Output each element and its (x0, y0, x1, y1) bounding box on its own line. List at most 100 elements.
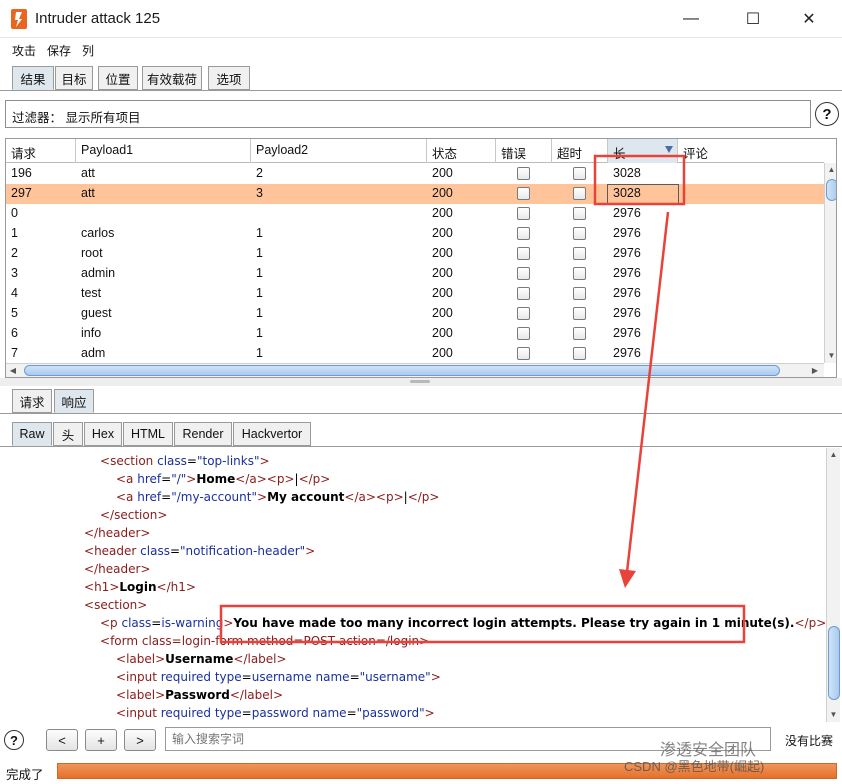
code-line: <h1>Login</h1> (84, 580, 196, 594)
table-row[interactable]: 7 adm 1 200 2976 (6, 344, 824, 364)
help-icon[interactable]: ? (4, 730, 24, 750)
table-row[interactable]: 5 guest 1 200 2976 (6, 304, 824, 324)
timeout-checkbox[interactable] (573, 287, 586, 300)
tab-target[interactable]: 目标 (55, 66, 93, 90)
response-editor[interactable]: <section class="top-links"> <a href="/">… (0, 448, 826, 722)
table-row[interactable]: 196 att 2 200 3028 (6, 164, 824, 184)
table-row[interactable]: 3 admin 1 200 2976 (6, 264, 824, 284)
tab-render[interactable]: Render (174, 422, 232, 446)
menu-columns[interactable]: 列 (82, 42, 94, 59)
cell-status: 200 (432, 186, 453, 200)
table-row[interactable]: 297 att 3 200 3028 (6, 184, 824, 204)
splitter-grip[interactable] (410, 380, 430, 383)
timeout-checkbox[interactable] (573, 247, 586, 260)
table-vscroll[interactable]: ▲ ▼ (824, 163, 836, 363)
code-line: <a href="/">Home</a><p>|</p> (116, 472, 331, 486)
cell-len: 2976 (613, 346, 641, 360)
error-checkbox[interactable] (517, 227, 530, 240)
cell-status: 200 (432, 326, 453, 340)
close-icon: ✕ (802, 11, 816, 28)
col-request[interactable]: 请求 (6, 139, 76, 163)
error-checkbox[interactable] (517, 307, 530, 320)
code-line: <header class="notification-header"> (84, 544, 316, 558)
maximize-button[interactable]: ☐ (730, 0, 776, 38)
menu-save[interactable]: 保存 (47, 42, 71, 59)
error-checkbox[interactable] (517, 207, 530, 220)
table-row[interactable]: 6 info 1 200 2976 (6, 324, 824, 344)
col-status[interactable]: 状态 (427, 139, 496, 163)
close-button[interactable]: ✕ (786, 0, 832, 38)
timeout-checkbox[interactable] (573, 207, 586, 220)
tab-results[interactable]: 结果 (12, 66, 54, 90)
error-checkbox[interactable] (517, 247, 530, 260)
timeout-checkbox[interactable] (573, 227, 586, 240)
scroll-down-icon[interactable]: ▼ (825, 349, 836, 363)
table-row[interactable]: 2 root 1 200 2976 (6, 244, 824, 264)
tab-positions[interactable]: 位置 (98, 66, 138, 90)
error-checkbox[interactable] (517, 167, 530, 180)
scroll-down-icon[interactable]: ▼ (827, 708, 840, 722)
watermark-credit: CSDN @黑色地带(崛起) (624, 759, 765, 774)
tab-response[interactable]: 响应 (54, 389, 94, 413)
scroll-up-icon[interactable]: ▲ (827, 448, 840, 462)
add-button[interactable]: + (85, 729, 117, 751)
cell-status: 200 (432, 166, 453, 180)
table-row[interactable]: 0 200 2976 (6, 204, 824, 224)
help-icon[interactable]: ? (815, 102, 839, 126)
col-timeout[interactable]: 超时 (552, 139, 608, 163)
tab-hex[interactable]: Hex (84, 422, 122, 446)
tab-headers[interactable]: 头 (53, 422, 83, 446)
cell-req: 196 (11, 166, 32, 180)
cell-p2: 1 (256, 306, 263, 320)
filter-bar[interactable]: 过滤器： 显示所有项目 (5, 100, 811, 128)
timeout-checkbox[interactable] (573, 347, 586, 360)
code-line: </header> (84, 562, 151, 576)
table-hscroll-thumb[interactable] (24, 365, 780, 376)
menu-attack[interactable]: 攻击 (12, 42, 36, 59)
code-line: <label>Password</label> (116, 688, 284, 702)
table-row[interactable]: 4 test 1 200 2976 (6, 284, 824, 304)
scroll-right-icon[interactable]: ▶ (808, 364, 822, 377)
tab-request[interactable]: 请求 (12, 389, 52, 413)
col-payload2[interactable]: Payload2 (251, 139, 427, 163)
table-row[interactable]: 1 carlos 1 200 2976 (6, 224, 824, 244)
timeout-checkbox[interactable] (573, 327, 586, 340)
code-line: <section class="top-links"> (100, 454, 270, 468)
prev-match-button[interactable]: < (46, 729, 78, 751)
table-header: 请求 Payload1 Payload2 状态 错误 超时 长 评论 (6, 139, 824, 163)
table-vscroll-thumb[interactable] (826, 179, 836, 201)
col-payload1[interactable]: Payload1 (76, 139, 251, 163)
tab-raw[interactable]: Raw (12, 422, 52, 446)
scroll-up-icon[interactable]: ▲ (825, 163, 836, 177)
editor-vscroll[interactable]: ▲ ▼ (826, 448, 840, 722)
code-line: </header> (84, 526, 151, 540)
error-checkbox[interactable] (517, 287, 530, 300)
table-hscroll[interactable]: ◀ ▶ (6, 363, 824, 377)
pane-splitter[interactable] (0, 378, 842, 386)
error-checkbox[interactable] (517, 347, 530, 360)
timeout-checkbox[interactable] (573, 187, 586, 200)
editor-vscroll-thumb[interactable] (828, 626, 840, 700)
cell-status: 200 (432, 206, 453, 220)
next-match-button[interactable]: > (124, 729, 156, 751)
tab-html[interactable]: HTML (123, 422, 173, 446)
scroll-left-icon[interactable]: ◀ (6, 364, 20, 377)
error-checkbox[interactable] (517, 187, 530, 200)
timeout-checkbox[interactable] (573, 267, 586, 280)
timeout-checkbox[interactable] (573, 307, 586, 320)
cell-p2: 1 (256, 266, 263, 280)
error-checkbox[interactable] (517, 327, 530, 340)
minimize-button[interactable]: — (668, 0, 714, 38)
error-checkbox[interactable] (517, 267, 530, 280)
tab-options[interactable]: 选项 (208, 66, 250, 90)
col-error[interactable]: 错误 (496, 139, 552, 163)
tab-hackvertor[interactable]: Hackvertor (233, 422, 311, 446)
cell-status: 200 (432, 246, 453, 260)
cell-p2: 1 (256, 326, 263, 340)
sort-desc-icon (665, 146, 673, 153)
code-line-warning: <p class=is-warning>You have made too ma… (100, 616, 826, 630)
col-length[interactable]: 长 (608, 139, 678, 163)
timeout-checkbox[interactable] (573, 167, 586, 180)
col-comment[interactable]: 评论 (678, 139, 824, 163)
tab-payloads[interactable]: 有效载荷 (142, 66, 202, 90)
